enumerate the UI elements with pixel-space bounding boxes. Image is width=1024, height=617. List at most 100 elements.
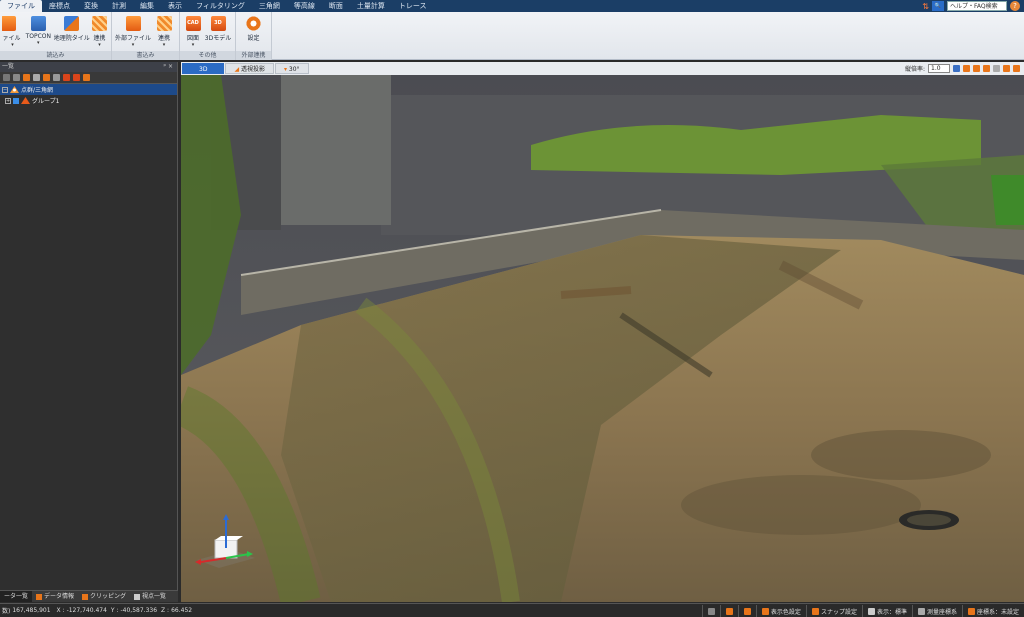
ribbon-group-read: ファイル ▾ TOPCON ▾ 地理院タイル 連携 ▾ 読込み [0,12,112,60]
display-mode-button[interactable]: 表示：標準 [861,605,912,617]
tool-icon[interactable] [63,74,70,81]
axis-gizmo[interactable] [189,510,259,570]
y-coordinate: -40,587.336 [120,607,158,614]
tool-icon[interactable] [13,74,20,81]
menu-section[interactable]: 断面 [322,0,350,12]
coordinate-system-icon [967,607,975,615]
help-search-input[interactable]: ヘルプ・FAQ検索 [947,1,1007,11]
expand-icon[interactable]: + [5,97,11,104]
view-icon[interactable] [993,65,1000,72]
tab-fov[interactable]: ▾ 30° [274,63,309,74]
coordinate-system-button[interactable]: 座標系：未設定 [961,605,1024,617]
viewpoint-icon [134,593,141,600]
tab-clipping[interactable]: クリッピング [78,591,130,602]
view-icon[interactable] [1003,65,1010,72]
search-icon: 🔍 [932,1,944,11]
menu-view[interactable]: 表示 [161,0,189,12]
y-label: Y : [110,607,119,614]
tab-perspective[interactable]: ◢ 透視投影 [225,63,274,74]
chevron-down-icon: ▾ [11,42,14,48]
vertical-scale-select[interactable]: 1.0 [928,64,950,73]
tool-icon[interactable] [53,74,60,81]
sync-arrows-icon[interactable]: ⇅ [922,2,929,11]
visibility-checkbox[interactable] [13,97,19,104]
pin-close-icons[interactable]: ᵖ × [163,62,173,72]
status-tool-button[interactable] [701,605,720,617]
snap-icon [811,607,819,615]
ribbon-group-title: 外部連携 [236,51,271,60]
point-count: 167,485,901 [12,607,51,614]
ribbon: ファイル ▾ TOPCON ▾ 地理院タイル 連携 ▾ 読込み 外部フ [0,12,1024,60]
snap-settings-button[interactable]: スナップ設定 [805,605,862,617]
ribbon-group-other: CAD 図面 ▾ 3D 3Dモデル その他 [180,12,236,60]
menu-trace[interactable]: トレース [392,0,434,12]
menu-edit[interactable]: 編集 [133,0,161,12]
group-icon [21,97,30,104]
display-color-button[interactable]: 表示色設定 [755,605,806,617]
help-area: ⇅ 🔍 ヘルプ・FAQ検索 ? [922,0,1024,12]
view-icon[interactable] [963,65,970,72]
app-window: ファイル 座標点 変換 計測 編集 表示 フィルタリング 三角網 等高線 断面 … [0,0,1024,617]
pointcloud-icon [10,86,19,93]
tool-icon[interactable] [73,74,80,81]
home-view-icon[interactable] [953,65,960,72]
chevron-down-icon: ▾ [162,42,166,48]
menu-file[interactable]: ファイル [0,0,42,12]
tool-icon[interactable] [43,74,50,81]
x-coordinate: -127,740.474 [66,607,107,614]
tool-icon[interactable] [33,74,40,81]
survey-coordinate-button[interactable]: 測量座標系 [911,605,962,617]
z-label: Z : [161,607,170,614]
status-tool-button[interactable] [719,605,738,617]
tool-icon [707,607,715,615]
menu-triangulation[interactable]: 三角網 [252,0,287,12]
z-coordinate: 66.452 [171,607,193,614]
ribbon-group-write: 外部ファイル ▾ 連携 ▾ 書込み [112,12,180,60]
menu-convert[interactable]: 変換 [77,0,105,12]
tool-icon[interactable] [23,74,30,81]
chevron-down-icon: ▾ [191,42,195,48]
point-count-label: 数) [2,608,11,615]
viewport-toolbar: 3D ◢ 透視投影 ▾ 30° 縦倍率: 1.0 [181,62,1024,75]
chevron-down-icon: ▾ [98,42,101,48]
3d-viewport[interactable] [181,75,1024,602]
status-tool-button[interactable] [737,605,756,617]
data-list-panel: 一覧 ᵖ × − 点群/三角網 + グループ1 ータ一覧 データ情報 クリッピン… [0,62,178,602]
ribbon-group-title: 書込み [112,51,179,60]
menu-contour[interactable]: 等高線 [287,0,322,12]
cad-icon: CAD [185,16,201,31]
gear-icon [246,16,261,31]
collapse-icon[interactable]: − [2,86,8,93]
tab-data-list[interactable]: ータ一覧 [0,591,33,602]
coordinate-icon [917,607,925,615]
3d-model-icon: 3D [210,16,226,31]
view-icon[interactable] [1013,65,1020,72]
menu-measure[interactable]: 計測 [105,0,133,12]
display-icon [867,607,875,615]
tab-3d[interactable]: 3D [182,63,225,74]
view-icon[interactable] [983,65,990,72]
tab-viewpoints[interactable]: 視点一覧 [130,591,170,602]
menu-coordinates[interactable]: 座標点 [42,0,77,12]
chevron-down-icon: ▾ [37,40,40,46]
link-icon [91,16,107,31]
topcon-icon [30,16,46,31]
menu-bar: ファイル 座標点 変換 計測 編集 表示 フィルタリング 三角網 等高線 断面 … [0,0,1024,12]
link-icon [156,16,172,31]
menu-earthwork[interactable]: 土量計算 [350,0,392,12]
panel-toolbar [0,72,177,84]
tree-item-pointcloud[interactable]: − 点群/三角網 [0,84,177,95]
tree-item-group[interactable]: + グループ1 [0,95,177,106]
ribbon-group-title: 読込み [0,51,111,60]
panel-title: 一覧 [2,63,15,70]
tool-icon[interactable] [83,74,90,81]
tab-data-info[interactable]: データ情報 [32,591,78,602]
clipping-icon [82,593,89,600]
open-file-icon [2,16,16,31]
map-tile-icon [64,16,80,31]
help-icon[interactable]: ? [1010,1,1020,11]
ribbon-group-external: 設定 外部連携 [236,12,272,60]
tool-icon[interactable] [3,74,10,81]
view-icon[interactable] [973,65,980,72]
menu-filtering[interactable]: フィルタリング [189,0,252,12]
